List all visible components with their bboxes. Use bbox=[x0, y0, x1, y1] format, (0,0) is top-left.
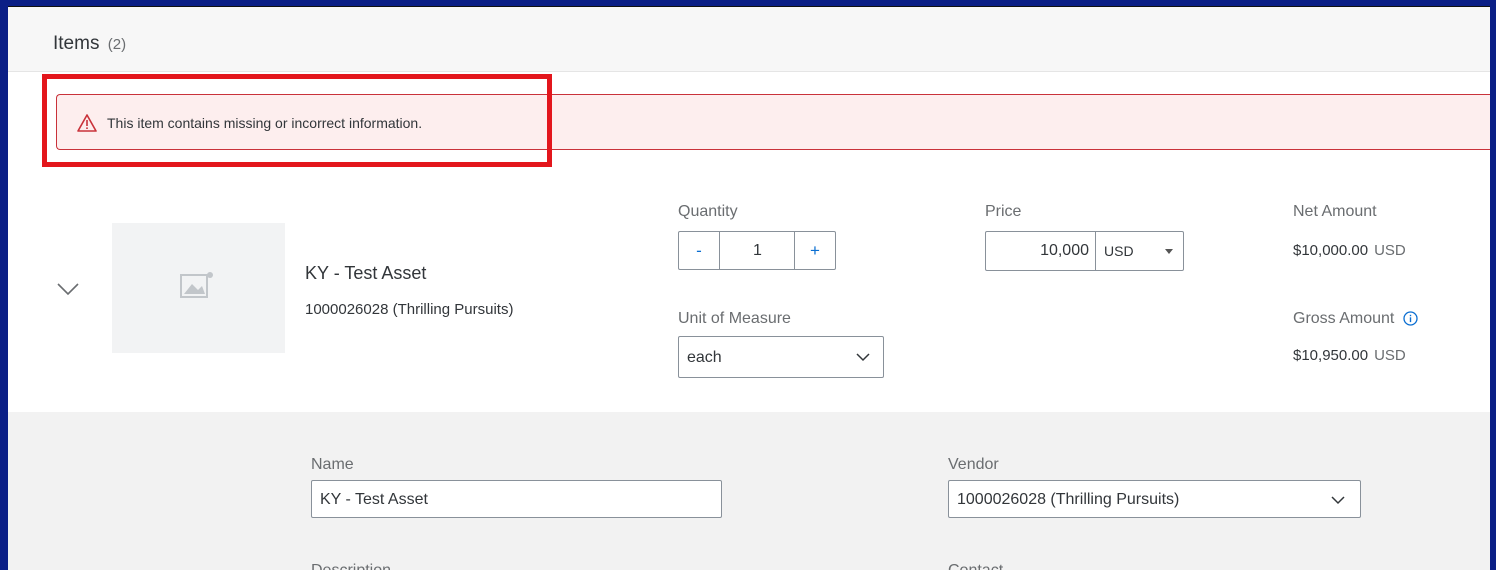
item-vendor: 1000026028 (Thrilling Pursuits) bbox=[305, 301, 514, 318]
expand-chevron-icon[interactable] bbox=[56, 281, 80, 297]
net-amount-label: Net Amount bbox=[1293, 203, 1377, 220]
dropdown-chevron-icon[interactable] bbox=[855, 351, 871, 363]
image-placeholder-icon bbox=[180, 272, 213, 298]
info-icon[interactable] bbox=[1403, 311, 1418, 326]
items-header: Items (2) bbox=[8, 7, 1490, 72]
quantity-stepper[interactable]: - 1 + bbox=[678, 231, 836, 270]
dropdown-chevron-icon[interactable] bbox=[1330, 494, 1346, 506]
gross-amount-label-text: Gross Amount bbox=[1293, 310, 1395, 327]
detail-vendor-value: 1000026028 (Thrilling Pursuits) bbox=[957, 491, 1180, 508]
annotation-highlight-box bbox=[42, 74, 552, 167]
net-amount-number: $10,000.00 bbox=[1293, 242, 1369, 259]
item-details-section: Name KY - Test Asset Vendor 1000026028 (… bbox=[8, 412, 1490, 570]
quantity-increase-button[interactable]: + bbox=[794, 232, 835, 269]
currency-caret-icon[interactable] bbox=[1165, 249, 1173, 254]
section-title: Items (2) bbox=[53, 33, 126, 55]
detail-vendor-label: Vendor bbox=[948, 456, 999, 473]
uom-select[interactable]: each bbox=[678, 336, 884, 378]
price-input[interactable]: 10,000 bbox=[986, 232, 1096, 270]
quantity-decrease-button[interactable]: - bbox=[679, 232, 720, 269]
uom-label: Unit of Measure bbox=[678, 310, 791, 327]
net-amount-currency: USD bbox=[1374, 242, 1406, 259]
price-label: Price bbox=[985, 203, 1022, 220]
quantity-label: Quantity bbox=[678, 203, 738, 220]
item-name[interactable]: KY - Test Asset bbox=[305, 263, 426, 284]
detail-name-field[interactable]: KY - Test Asset bbox=[311, 480, 722, 518]
items-panel: Items (2) This item contains missing or … bbox=[8, 6, 1490, 570]
quantity-input[interactable]: 1 bbox=[720, 232, 795, 269]
gross-amount-label: Gross Amount bbox=[1293, 310, 1418, 328]
price-input-group[interactable]: 10,000 USD bbox=[985, 231, 1184, 271]
detail-vendor-select[interactable]: 1000026028 (Thrilling Pursuits) bbox=[948, 480, 1361, 518]
item-count: (2) bbox=[107, 36, 127, 53]
item-thumbnail bbox=[112, 223, 285, 353]
detail-name-value: KY - Test Asset bbox=[320, 491, 428, 508]
window-frame: Items (2) This item contains missing or … bbox=[0, 0, 1496, 570]
detail-name-label: Name bbox=[311, 456, 354, 473]
gross-amount-currency: USD bbox=[1374, 347, 1406, 364]
uom-value: each bbox=[687, 349, 722, 366]
gross-amount-number: $10,950.00 bbox=[1293, 347, 1369, 364]
gross-amount-value: $10,950.00 USD bbox=[1293, 347, 1406, 364]
net-amount-value: $10,000.00 USD bbox=[1293, 242, 1406, 259]
currency-select[interactable]: USD bbox=[1104, 232, 1134, 270]
section-title-text: Items bbox=[53, 33, 100, 54]
